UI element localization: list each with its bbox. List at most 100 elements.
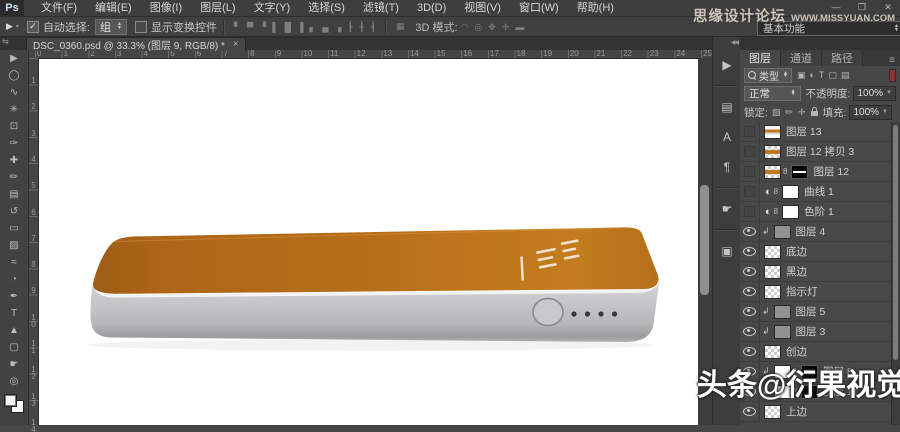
healing-brush-tool-icon[interactable]: ✚ (1, 152, 27, 169)
align-icon-9[interactable]: ┠ (345, 22, 356, 32)
blur-tool-icon[interactable]: ≈ (1, 254, 27, 271)
layer-thumbnail[interactable] (774, 225, 791, 239)
styles-panel-icon[interactable]: ▤ (714, 95, 740, 119)
menu-item-2[interactable]: 图像(I) (141, 0, 191, 16)
panel-menu-icon[interactable]: ≡ (889, 55, 900, 66)
layer-thumbnail[interactable] (774, 305, 791, 319)
layer-row-3[interactable]: ◐8曲线 1 (740, 182, 900, 202)
marquee-tool-icon[interactable]: ◯ (1, 67, 27, 84)
menu-item-6[interactable]: 滤镜(T) (354, 0, 408, 16)
align-icon-8[interactable]: ▗ (332, 22, 345, 32)
layer-thumbnail[interactable] (764, 265, 781, 279)
visibility-toggle[interactable] (740, 402, 760, 421)
eyedropper-tool-icon[interactable]: ✑ (1, 135, 27, 152)
brush-tool-icon[interactable]: ✏ (1, 169, 27, 186)
crop-tool-icon[interactable]: ⊡ (1, 118, 27, 135)
layer-thumbnail[interactable] (764, 165, 781, 179)
menu-item-8[interactable]: 视图(V) (455, 0, 510, 16)
visibility-toggle[interactable] (740, 122, 760, 141)
align-icon-1[interactable]: ▀ (244, 22, 256, 32)
layer-row-6[interactable]: 底边 (740, 242, 900, 262)
layer-row-4[interactable]: ◐8色阶 1 (740, 202, 900, 222)
visibility-toggle[interactable] (740, 242, 760, 261)
filter-adjustment-layers-icon[interactable]: ◐ (809, 70, 814, 80)
visibility-toggle[interactable] (740, 342, 760, 361)
auto-select-checkbox[interactable]: ✓ (27, 21, 39, 33)
layer-thumbnail[interactable] (764, 245, 781, 259)
mode-3d-icon-1[interactable]: ◎ (471, 22, 485, 32)
align-icon-11[interactable]: ┨ (367, 22, 378, 32)
layers-scrollbar-thumb[interactable] (893, 125, 898, 360)
fill-field[interactable]: 100% ▼ (849, 105, 892, 120)
magic-wand-tool-icon[interactable]: ✳ (1, 101, 27, 118)
paragraph-panel-icon[interactable]: ¶ (714, 155, 740, 179)
document-tab[interactable]: DSC_0360.psd @ 33.3% (图层 9, RGB/8) * × (26, 37, 246, 51)
menu-item-10[interactable]: 帮助(H) (568, 0, 623, 16)
tab-close-icon[interactable]: × (233, 39, 239, 50)
path-selection-tool-icon[interactable]: ▲ (1, 322, 27, 339)
mode-3d-icon-0[interactable]: ◠ (458, 22, 472, 32)
visibility-toggle[interactable] (740, 262, 760, 281)
blend-mode-dropdown[interactable]: 正常 ▲▼ (744, 86, 801, 101)
gradient-tool-icon[interactable]: ▨ (1, 237, 27, 254)
canvas[interactable] (38, 58, 698, 425)
menu-item-7[interactable]: 3D(D) (408, 0, 455, 16)
expand-panels-icon[interactable]: ◀◀ (731, 39, 738, 46)
visibility-toggle[interactable] (740, 222, 760, 241)
canvas-scrollbar-thumb[interactable] (700, 185, 709, 295)
menu-item-4[interactable]: 文字(Y) (245, 0, 300, 16)
layer-thumbnail[interactable] (764, 125, 781, 139)
menu-item-3[interactable]: 图层(L) (191, 0, 244, 16)
menu-item-1[interactable]: 编辑(E) (86, 0, 141, 16)
align-icon-3[interactable]: ▌ (269, 22, 281, 32)
layer-mask-thumbnail[interactable] (782, 185, 799, 199)
align-icon-7[interactable]: ▄ (319, 22, 331, 32)
lock-pixels-icon[interactable]: ✏ (785, 107, 793, 118)
visibility-toggle[interactable] (740, 142, 760, 161)
zoom-tool-icon[interactable]: ◎ (1, 373, 27, 390)
filter-shape-layers-icon[interactable]: ▢ (828, 70, 837, 81)
layer-row-5[interactable]: ↲图层 4 (740, 222, 900, 242)
layer-thumbnail[interactable] (764, 405, 781, 419)
hand-tool-icon[interactable]: ☛ (1, 356, 27, 373)
layer-row-1[interactable]: 图层 12 拷贝 3 (740, 142, 900, 162)
shape-tool-icon[interactable]: ▢ (1, 339, 27, 356)
layer-comps-panel-icon[interactable]: ▣ (714, 239, 740, 263)
layer-row-11[interactable]: 创边 (740, 342, 900, 362)
move-tool-icon[interactable]: ▶ (1, 50, 27, 67)
layer-thumbnail[interactable] (774, 325, 791, 339)
foreground-color-swatch[interactable] (4, 394, 17, 407)
auto-select-dropdown[interactable]: 组 ▲▼ (95, 19, 127, 35)
visibility-toggle[interactable] (740, 182, 760, 201)
lasso-tool-icon[interactable]: ∿ (1, 84, 27, 101)
align-icon-0[interactable]: ▘ (231, 22, 244, 32)
filter-toggle-icon[interactable] (889, 69, 896, 82)
filter-type-dropdown[interactable]: 类型 ▲▼ (744, 68, 792, 83)
dodge-tool-icon[interactable]: ◔ (1, 271, 27, 288)
menu-item-5[interactable]: 选择(S) (299, 0, 354, 16)
layer-row-14[interactable]: 上边 (740, 402, 900, 422)
layer-thumbnail[interactable] (764, 145, 781, 159)
mode-3d-icon-3[interactable]: ✛ (499, 22, 513, 32)
filter-type-layers-icon[interactable]: T (819, 70, 825, 80)
align-icon-10[interactable]: ╂ (356, 22, 367, 32)
align-icon-2[interactable]: ▝ (256, 22, 269, 32)
character-panel-icon[interactable]: A (714, 125, 740, 149)
toolbar-collapse-icon[interactable]: ⇆ (2, 37, 9, 46)
tab-图层[interactable]: 图层 (740, 50, 781, 66)
mode-3d-icon-4[interactable]: ▬ (512, 22, 527, 32)
filter-pixel-layers-icon[interactable]: ▣ (797, 70, 806, 81)
color-swatches[interactable] (0, 390, 29, 425)
layer-mask-thumbnail[interactable] (782, 205, 799, 219)
visibility-toggle[interactable] (740, 302, 760, 321)
tab-通道[interactable]: 通道 (781, 50, 822, 66)
current-tool-icon[interactable]: ▶ ▾ (6, 21, 19, 32)
actions-panel-icon[interactable]: ▶ (714, 53, 740, 77)
layer-thumbnail[interactable] (764, 345, 781, 359)
layer-row-10[interactable]: ↲图层 3 (740, 322, 900, 342)
align-icon-6[interactable]: ▖ (306, 22, 319, 32)
align-icon-4[interactable]: █ (282, 22, 294, 32)
clone-stamp-tool-icon[interactable]: ▤ (1, 186, 27, 203)
layer-row-9[interactable]: ↲图层 5 (740, 302, 900, 322)
visibility-toggle[interactable] (740, 202, 760, 221)
